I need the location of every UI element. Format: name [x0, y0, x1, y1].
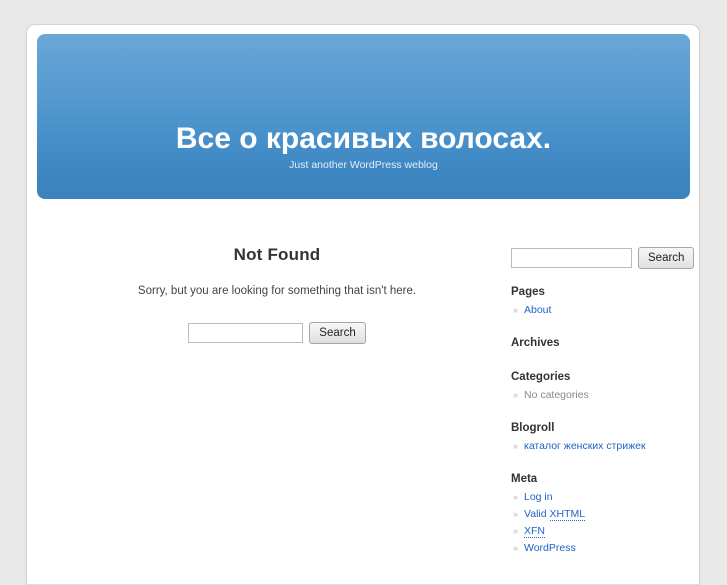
list-item: No categories [511, 388, 691, 405]
widget-list: каталог женских стрижек [511, 439, 691, 456]
site-header-banner: Все о красивых волосах. Just another Wor… [37, 34, 690, 199]
list-item: Log in [511, 490, 691, 507]
search-input[interactable] [188, 323, 304, 343]
site-title[interactable]: Все о красивых волосах. [37, 122, 690, 156]
widget-blogroll: Blogroll каталог женских стрижек [511, 405, 691, 456]
sidebar: Search Pages About Archives Categories [511, 215, 695, 558]
widget-title: Meta [511, 473, 538, 485]
xfn-abbr: XFN [524, 525, 545, 538]
sidebar-search-input[interactable] [511, 248, 632, 268]
list-item: Valid XHTML [511, 507, 691, 524]
content-area: Not Found Sorry, but you are looking for… [27, 215, 699, 585]
list-item: WordPress [511, 541, 691, 558]
widget-meta: Meta Log in Valid XHTML XFN WordPress [511, 456, 691, 558]
sidebar-search-button[interactable]: Search [638, 247, 695, 269]
widget-categories: Categories No categories [511, 354, 691, 405]
widget-list: Log in Valid XHTML XFN WordPress [511, 490, 691, 558]
list-item: XFN [511, 524, 691, 541]
widget-title: Pages [511, 286, 545, 298]
widget-title: Categories [511, 371, 571, 383]
sidebar-link-valid-xhtml[interactable]: Valid XHTML [524, 508, 586, 521]
main-content: Not Found Sorry, but you are looking for… [53, 215, 501, 344]
main-search-form: Search [53, 297, 501, 344]
sidebar-search-form: Search [511, 215, 695, 269]
widget-list: About [511, 303, 691, 320]
search-button[interactable]: Search [309, 322, 366, 344]
sidebar-link-wordpress[interactable]: WordPress [524, 542, 576, 554]
valid-prefix: Valid [524, 508, 550, 520]
sidebar-link-blogroll[interactable]: каталог женских стрижек [524, 440, 646, 452]
xhtml-abbr: XHTML [549, 508, 586, 521]
not-found-message: Sorry, but you are looking for something… [137, 285, 417, 297]
site-description: Just another WordPress weblog [289, 159, 438, 171]
widget-archives: Archives [511, 320, 691, 354]
list-item: каталог женских стрижек [511, 439, 691, 456]
page-title: Not Found [233, 245, 321, 264]
widget-title: Blogroll [511, 422, 555, 434]
page-container: Все о красивых волосах. Just another Wor… [26, 24, 700, 584]
sidebar-link-about[interactable]: About [524, 304, 551, 316]
widget-pages: Pages About [511, 269, 691, 320]
list-item: About [511, 303, 691, 320]
widget-title: Archives [511, 337, 560, 349]
no-categories-text: No categories [524, 389, 589, 401]
sidebar-link-xfn[interactable]: XFN [524, 525, 545, 538]
sidebar-link-login[interactable]: Log in [524, 491, 553, 503]
widget-list: No categories [511, 388, 691, 405]
